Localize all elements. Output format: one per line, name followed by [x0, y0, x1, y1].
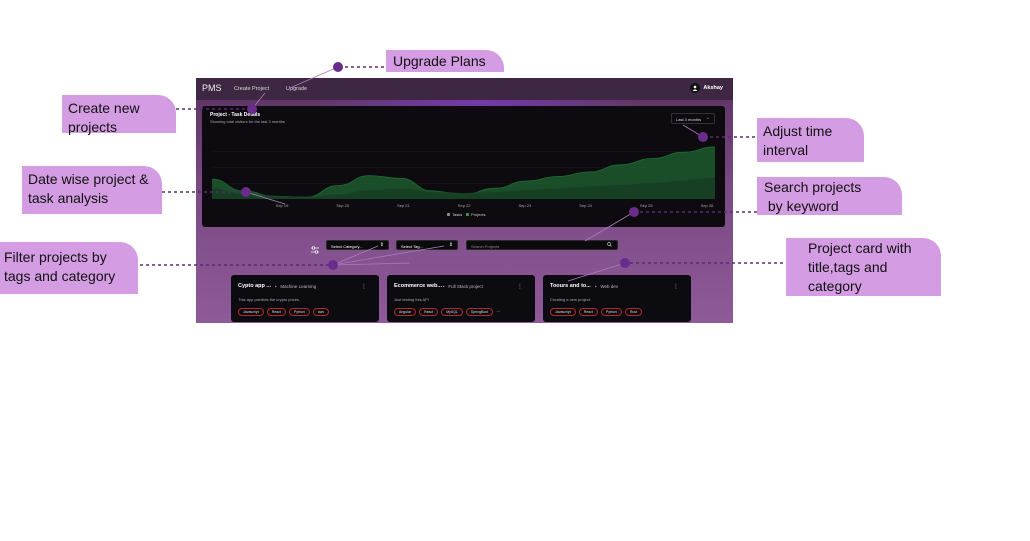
marker-dot: [241, 187, 251, 197]
marker-dot: [328, 260, 338, 270]
marker-dot: [247, 104, 257, 114]
marker-dot: [698, 132, 708, 142]
annotation-connectors: [140, 62, 786, 282]
marker-dot: [333, 62, 343, 72]
marker-dot: [620, 258, 630, 268]
marker-dot: [629, 207, 639, 217]
